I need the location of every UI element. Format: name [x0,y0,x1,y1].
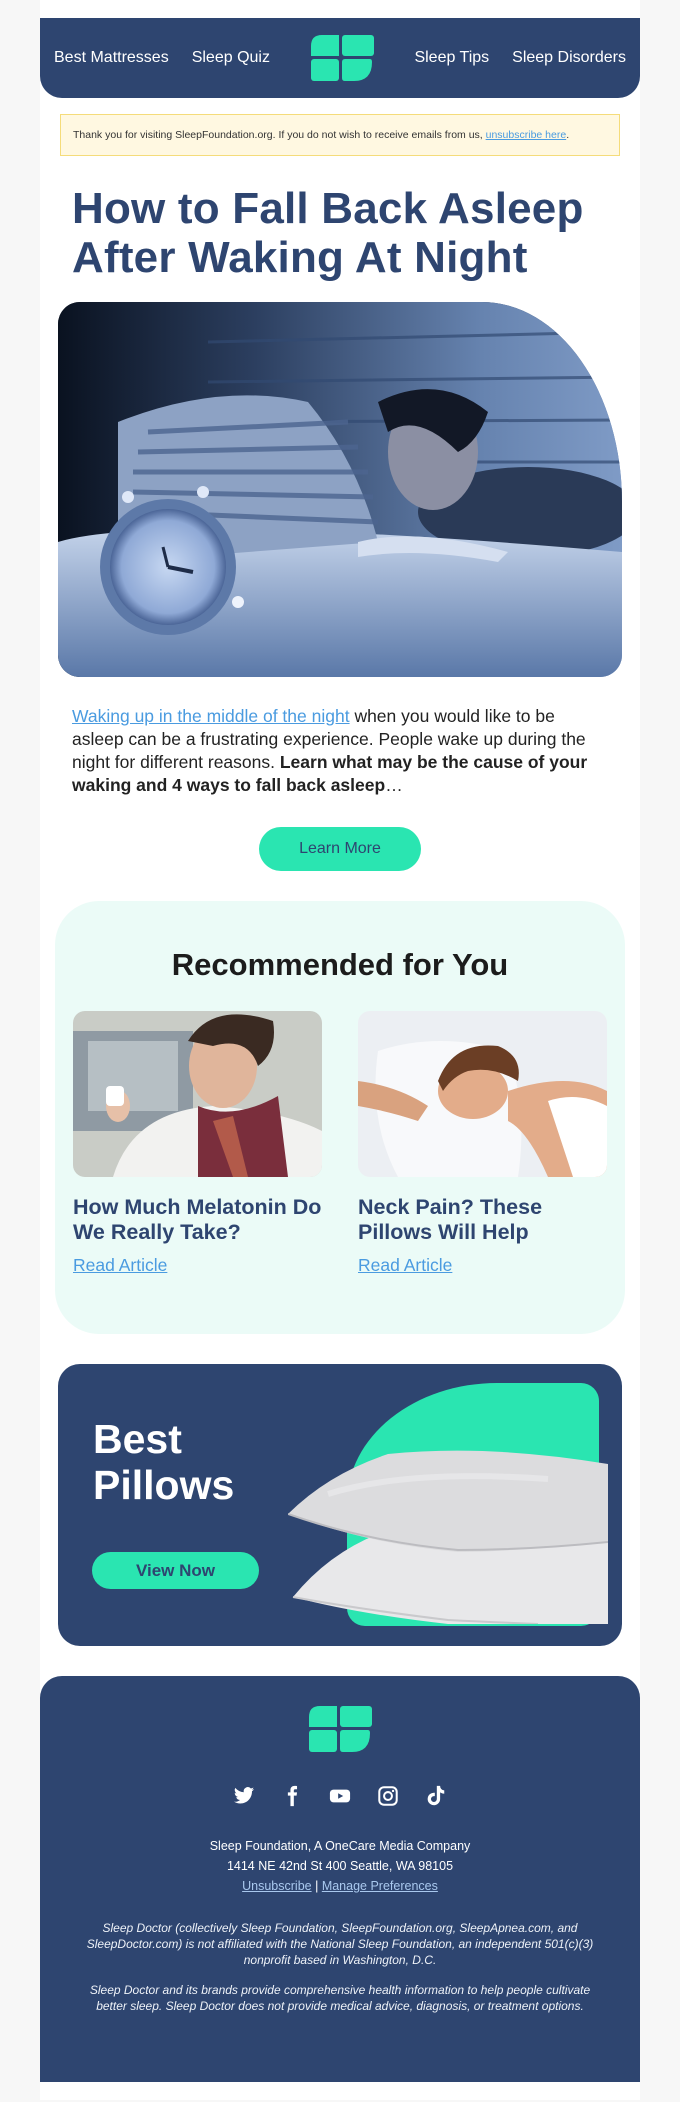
nav-link-best-mattresses[interactable]: Best Mattresses [54,49,169,67]
recommended-section: Recommended for You How Much Melatonin D… [55,901,625,1334]
company-address: 1414 NE 42nd St 400 Seattle, WA 98105 [226,1859,454,1873]
card-title: How Much Melatonin Do We Really Take? [73,1195,322,1244]
intro-paragraph: Waking up in the middle of the night whe… [72,705,608,797]
intro-ellipsis: … [385,775,403,795]
email-container: Best Mattresses Sleep Quiz Sleep Tips Sl… [40,0,640,2100]
recommended-grid: How Much Melatonin Do We Really Take? Re… [73,1011,607,1276]
manage-preferences-link[interactable]: Manage Preferences [322,1879,438,1893]
waking-up-link[interactable]: Waking up in the middle of the night [72,706,350,726]
twitter-icon [233,1785,255,1807]
unsubscribe-here-link[interactable]: unsubscribe here [486,129,567,141]
youtube-icon [329,1785,351,1807]
sleeping-woman-illustration [358,1011,607,1177]
link-separator: | [311,1879,322,1893]
recommended-title: Recommended for You [171,947,509,982]
nav-link-sleep-disorders[interactable]: Sleep Disorders [512,49,626,67]
article-title: How to Fall Back Asleep After Waking At … [72,184,584,282]
social-links [80,1785,600,1812]
unsubscribe-link[interactable]: Unsubscribe [242,1879,311,1893]
nav-left: Best Mattresses Sleep Quiz [54,49,270,67]
view-now-button[interactable]: View Now [92,1552,259,1589]
footer-logo-link[interactable] [307,1706,373,1752]
footer: Sleep Foundation, A OneCare Media Compan… [40,1676,640,2082]
footer-company-info: Sleep Foundation, A OneCare Media Compan… [80,1836,600,1896]
read-article-link[interactable]: Read Article [73,1255,167,1276]
instagram-link[interactable] [377,1785,399,1812]
hero-illustration [58,302,622,677]
nav-right: Sleep Tips Sleep Disorders [414,49,626,67]
article-card: Neck Pain? These Pillows Will Help Read … [358,1011,607,1276]
melatonin-article-image[interactable] [73,1011,322,1177]
pillows-illustration [288,1450,608,1624]
best-pillows-banner[interactable]: Best Pillows View Now [58,1364,622,1646]
banner-title-line1: Best [93,1416,182,1462]
hero-image[interactable] [58,302,622,677]
neck-pain-article-image[interactable] [358,1011,607,1177]
tiktok-icon [425,1785,447,1807]
twitter-link[interactable] [233,1785,255,1812]
affiliation-disclaimer: Sleep Doctor (collectively Sleep Foundat… [86,1921,594,1967]
notice-suffix: . [566,129,570,141]
sleep-foundation-logo-icon [309,1706,372,1752]
tiktok-link[interactable] [425,1785,447,1812]
nav-link-sleep-tips[interactable]: Sleep Tips [414,49,489,67]
company-name: Sleep Foundation, A OneCare Media Compan… [209,1839,471,1853]
cta-wrapper: Learn More [40,827,640,871]
facebook-icon [281,1785,303,1807]
footer-links: Unsubscribe | Manage Preferences [80,1876,600,1896]
unsubscribe-notice: Thank you for visiting SleepFoundation.o… [60,114,620,156]
read-article-link[interactable]: Read Article [358,1255,452,1276]
sleep-foundation-logo-icon [311,35,375,81]
article-card: How Much Melatonin Do We Really Take? Re… [73,1011,322,1276]
banner-title-line2: Pillows [93,1462,235,1508]
banner-title: Best Pillows [93,1416,234,1508]
header: Best Mattresses Sleep Quiz Sleep Tips Sl… [40,18,640,98]
learn-more-button[interactable]: Learn More [259,827,421,871]
medical-disclaimer: Sleep Doctor and its brands provide comp… [89,1983,591,2013]
facebook-link[interactable] [281,1785,303,1812]
card-title: Neck Pain? These Pillows Will Help [358,1195,543,1244]
instagram-icon [377,1785,399,1807]
nav-link-sleep-quiz[interactable]: Sleep Quiz [192,49,270,67]
melatonin-illustration [73,1011,322,1177]
notice-text: Thank you for visiting SleepFoundation.o… [73,129,486,141]
logo-link[interactable] [310,35,375,81]
youtube-link[interactable] [329,1785,351,1812]
